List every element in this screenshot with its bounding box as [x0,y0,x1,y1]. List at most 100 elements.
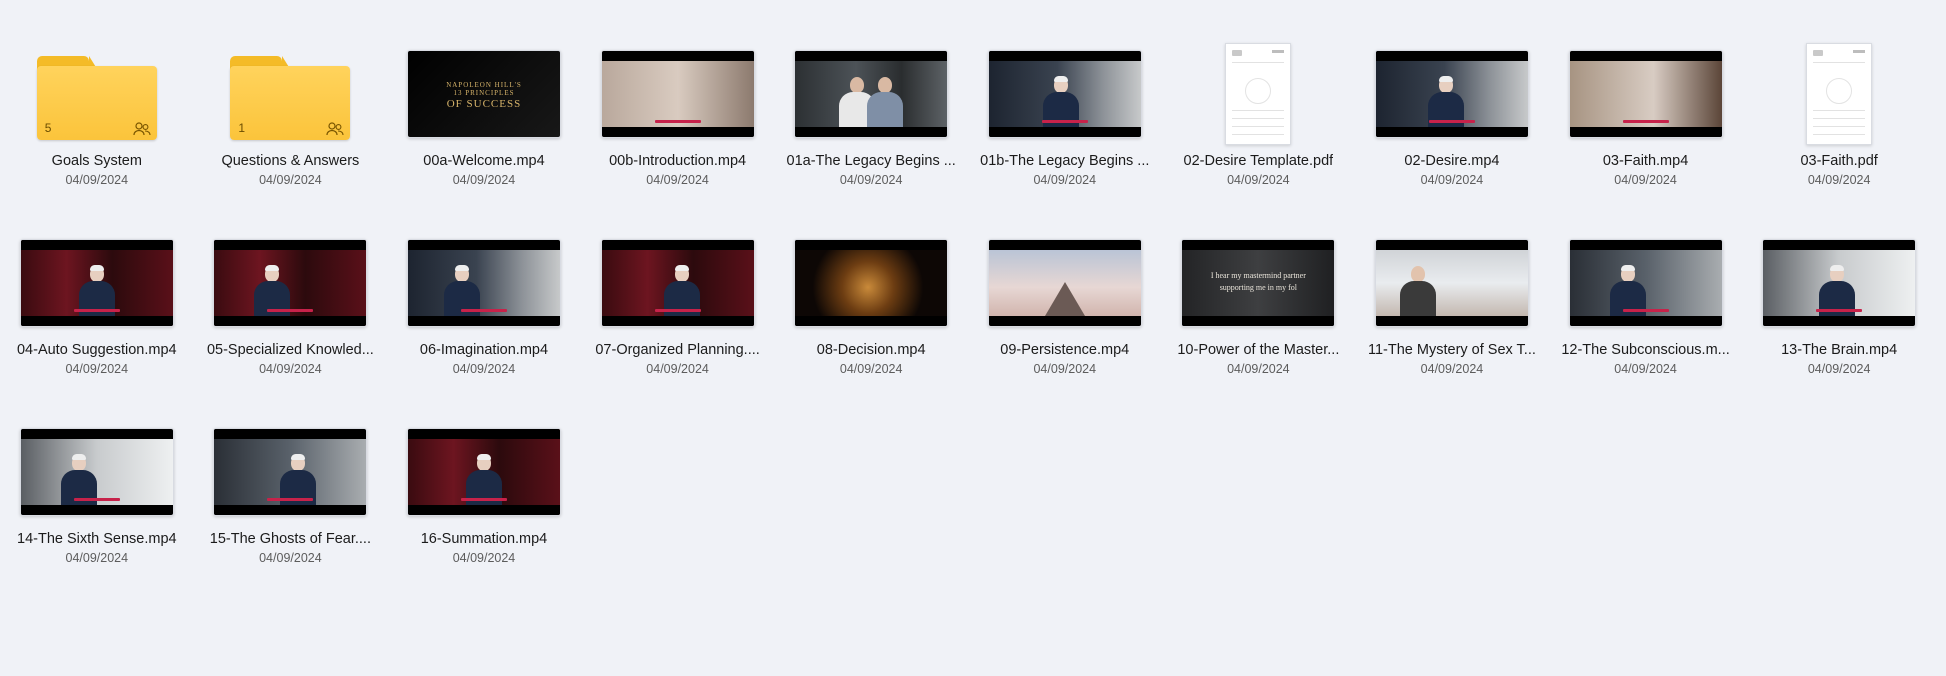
file-name: 16-Summation.mp4 [420,531,548,547]
file-date: 04/09/2024 [259,173,322,187]
file-date: 04/09/2024 [1033,362,1097,376]
video-thumbnail [406,239,561,327]
folder-icon: 1 [230,56,351,140]
file-date: 04/09/2024 [1614,173,1677,187]
file-name: 00a-Welcome.mp4 [423,153,545,169]
file-date: 04/09/2024 [646,173,709,187]
file-name: 02-Desire Template.pdf [1183,153,1334,169]
file-name: 11-The Mystery of Sex T... [1368,342,1536,358]
file-name: 13-The Brain.mp4 [1781,342,1898,358]
thumbnail-title: OF SUCCESS [446,98,522,110]
file-date: 04/09/2024 [65,173,129,187]
video-thumbnail [19,239,174,327]
file-date: 04/09/2024 [1420,173,1484,187]
video-thumbnail [1568,50,1723,138]
video-tile[interactable]: 03-Faith.mp4 04/09/2024 [1549,40,1743,229]
file-name: 03-Faith.pdf [1800,153,1878,169]
pdf-thumbnail [1806,43,1873,145]
file-date: 04/09/2024 [65,551,129,565]
video-thumbnail [600,239,755,327]
file-date: 04/09/2024 [1807,362,1871,376]
video-tile[interactable]: 01b-The Legacy Begins ... 04/09/2024 [968,40,1162,229]
video-thumbnail [794,239,949,327]
file-name: 12-The Subconscious.m... [1561,342,1730,358]
video-tile[interactable]: 15-The Ghosts of Fear.... 04/09/2024 [194,418,388,607]
video-tile[interactable]: 01a-The Legacy Begins ... 04/09/2024 [774,40,968,229]
file-date: 04/09/2024 [65,362,129,376]
video-tile[interactable]: 00b-Introduction.mp4 04/09/2024 [581,40,775,229]
video-thumbnail [1568,239,1723,327]
file-name: 08-Decision.mp4 [816,342,926,358]
file-date: 04/09/2024 [1033,173,1097,187]
file-name: 09-Persistence.mp4 [1000,342,1130,358]
pdf-thumbnail [1225,43,1292,145]
file-date: 04/09/2024 [839,362,903,376]
file-name: 04-Auto Suggestion.mp4 [16,342,177,358]
video-thumbnail: NAPOLEON HILL'S 13 PRINCIPLES OF SUCCESS [406,50,561,138]
video-tile[interactable]: 08-Decision.mp4 04/09/2024 [774,229,968,418]
video-tile[interactable]: NAPOLEON HILL'S 13 PRINCIPLES OF SUCCESS… [387,40,581,229]
file-grid: 5 Goals System 04/09/2024 1 Questions & … [0,40,1936,607]
video-tile[interactable]: 16-Summation.mp4 04/09/2024 [387,418,581,607]
file-date: 04/09/2024 [452,173,516,187]
file-name: 05-Specialized Knowled... [206,342,374,358]
file-date: 04/09/2024 [259,362,322,376]
pdf-tile[interactable]: 02-Desire Template.pdf 04/09/2024 [1162,40,1356,229]
video-thumbnail [406,428,561,516]
thumbnail-subtitle: 13 PRINCIPLES [453,89,515,97]
file-date: 04/09/2024 [452,362,516,376]
file-name: 14-The Sixth Sense.mp4 [17,531,177,547]
video-thumbnail [213,428,368,516]
video-tile[interactable]: 07-Organized Planning.... 04/09/2024 [581,229,775,418]
file-name: 03-Faith.mp4 [1602,153,1689,169]
shared-people-icon [133,122,151,136]
file-date: 04/09/2024 [452,551,516,565]
video-tile[interactable]: 06-Imagination.mp4 04/09/2024 [387,229,581,418]
video-thumbnail [1374,50,1529,138]
video-thumbnail: I hear my mastermind partner supporting … [1181,239,1336,327]
folder-icon: 5 [36,56,157,140]
video-thumbnail [1374,239,1529,327]
video-thumbnail [987,239,1142,327]
file-name: 01b-The Legacy Begins ... [980,153,1150,169]
file-date: 04/09/2024 [1227,362,1290,376]
video-thumbnail [794,50,949,138]
pdf-tile[interactable]: 03-Faith.pdf 04/09/2024 [1742,40,1936,229]
folder-item-count: 5 [44,121,52,135]
folder-tile[interactable]: 5 Goals System 04/09/2024 [0,40,194,229]
file-name: Questions & Answers [221,153,360,169]
file-name: 15-The Ghosts of Fear.... [209,531,371,547]
folder-tile[interactable]: 1 Questions & Answers 04/09/2024 [194,40,388,229]
file-date: 04/09/2024 [259,551,322,565]
file-name: 00b-Introduction.mp4 [609,153,747,169]
shared-people-icon [326,122,344,136]
file-name: 06-Imagination.mp4 [419,342,549,358]
file-date: 04/09/2024 [1807,173,1871,187]
folder-item-count: 1 [238,121,246,135]
file-name: 01a-The Legacy Begins ... [786,153,956,169]
file-name: 07-Organized Planning.... [595,342,760,358]
file-date: 04/09/2024 [1420,362,1484,376]
video-thumbnail [213,239,368,327]
video-thumbnail [987,50,1142,138]
thumbnail-quote: I hear my mastermind partner supporting … [1210,271,1306,292]
video-tile[interactable]: 09-Persistence.mp4 04/09/2024 [968,229,1162,418]
video-tile[interactable]: I hear my mastermind partner supporting … [1162,229,1356,418]
video-thumbnail [19,428,174,516]
file-date: 04/09/2024 [1614,362,1677,376]
video-thumbnail [600,50,755,138]
video-tile[interactable]: 11-The Mystery of Sex T... 04/09/2024 [1355,229,1549,418]
file-name: 02-Desire.mp4 [1404,153,1500,169]
video-tile[interactable]: 12-The Subconscious.m... 04/09/2024 [1549,229,1743,418]
file-date: 04/09/2024 [646,362,709,376]
video-tile[interactable]: 05-Specialized Knowled... 04/09/2024 [194,229,388,418]
video-tile[interactable]: 14-The Sixth Sense.mp4 04/09/2024 [0,418,194,607]
file-date: 04/09/2024 [1227,173,1290,187]
video-tile[interactable]: 02-Desire.mp4 04/09/2024 [1355,40,1549,229]
video-tile[interactable]: 04-Auto Suggestion.mp4 04/09/2024 [0,229,194,418]
file-name: Goals System [51,153,142,169]
video-tile[interactable]: 13-The Brain.mp4 04/09/2024 [1742,229,1936,418]
file-name: 10-Power of the Master... [1177,342,1340,358]
video-thumbnail [1762,239,1917,327]
file-date: 04/09/2024 [839,173,903,187]
